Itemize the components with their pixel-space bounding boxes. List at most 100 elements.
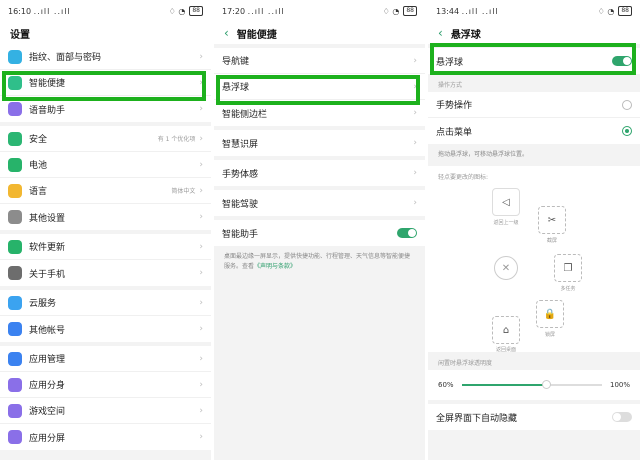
lock-slot[interactable]: 🔒 [536, 300, 564, 328]
settings-row[interactable]: 智能便捷 › [0, 70, 211, 96]
smart-row[interactable]: 手势体感 › [214, 160, 425, 186]
chevron-right-icon: › [199, 379, 203, 390]
settings-row-label: 云服务 [29, 299, 57, 309]
settings-row[interactable]: 云服务 › [0, 290, 211, 316]
home-label: 返回桌面 [495, 347, 516, 353]
settings-row[interactable]: 软件更新 › [0, 234, 211, 260]
slider-track[interactable] [461, 380, 602, 389]
menu-radio[interactable] [622, 126, 632, 136]
back-arrow-icon[interactable]: ‹ [438, 26, 443, 40]
home-slot[interactable]: ⌂ [492, 316, 520, 344]
settings-row-icon [8, 295, 22, 310]
screenshot-slot[interactable]: ✂ [538, 206, 566, 234]
smart-row-label: 智能侧边栏 [222, 109, 268, 120]
settings-row[interactable]: 游戏空间 › [0, 398, 211, 424]
settings-row-icon [8, 266, 22, 280]
row-fullscreen-hide[interactable]: 全屏界面下自动隐藏 [428, 404, 640, 430]
chevron-right-icon: › [199, 241, 203, 252]
floating-ball-toggle[interactable] [612, 56, 632, 66]
smart-assistant-toggle[interactable] [397, 228, 417, 238]
settings-row-icon [8, 157, 22, 172]
chevron-right-icon: › [199, 268, 203, 278]
section-operation-mode: 操作方式 [438, 82, 463, 89]
chevron-right-icon: › [199, 432, 203, 442]
settings-row[interactable]: 其他设置 › [0, 204, 211, 230]
chevron-right-icon: › [199, 353, 203, 364]
gesture-radio[interactable] [622, 99, 632, 110]
smart-row[interactable]: 悬浮球 › [214, 74, 425, 100]
terms-link[interactable]: 《声明与条款》 [254, 263, 296, 270]
slider-fill [461, 384, 546, 386]
opacity-min: 60% [438, 381, 454, 389]
screenshot-icon: ✂ [547, 214, 557, 226]
page-title: 悬浮球 [450, 29, 481, 41]
back-arrow-icon[interactable]: ‹ [224, 26, 229, 40]
close-icon[interactable]: ✕ [494, 256, 518, 280]
settings-row[interactable]: 安全 有 1 个优化项 › [0, 126, 211, 152]
chevron-right-icon: › [199, 185, 203, 196]
row-label: 点击菜单 [436, 127, 473, 138]
smart-row[interactable]: 智能驾驶 › [214, 190, 425, 216]
row-smart-assistant[interactable]: 智能助手 [214, 220, 425, 246]
chevron-right-icon: › [413, 55, 417, 66]
smart-row-label: 智慧识屏 [222, 139, 259, 150]
settings-row[interactable]: 语言 简体中文 › [0, 178, 211, 204]
row-floating-ball-toggle[interactable]: 悬浮球 [428, 48, 640, 74]
lock-label: 锁屏 [544, 332, 555, 338]
row-label: 手势操作 [436, 101, 473, 111]
opacity-max: 100% [609, 381, 630, 389]
home-icon: ⌂ [502, 324, 510, 336]
fullscreen-hide-toggle[interactable] [612, 412, 632, 422]
smart-row[interactable]: 智能侧边栏 › [214, 100, 425, 126]
page-title: 设置 [0, 22, 211, 44]
smart-group: 智慧识屏 › [214, 130, 425, 156]
battery-icon: 88 [618, 6, 632, 16]
settings-row[interactable]: 应用分身 › [0, 372, 211, 398]
mode-gesture-option[interactable]: 手势操作 [428, 92, 640, 118]
section-opacity: 闲置时悬浮球透明度 [438, 360, 493, 367]
back-icon: ◁ [502, 196, 510, 208]
status-bar: 16:10 ..ıll ..ıll ♢ ◔ 88 [0, 0, 211, 22]
signal-icon: ..ıll ..ıll [461, 6, 499, 16]
settings-row[interactable]: 指纹、面部与密码 › [0, 44, 211, 70]
settings-group: 安全有 1 个优化项 › 电池 › 语言 简体中文 › 其他设置 › [0, 126, 211, 230]
smart-group: 智能驾驶 › [214, 190, 425, 216]
chevron-right-icon: › [199, 51, 203, 62]
icon-customization-area: 轻点要更改的图标: ◁ 返回上一级 ✂ 截屏 ✕ ❐ 多任务 🔒 锁屏 ⌂ 返回… [428, 166, 640, 353]
signal-icon: ..ıll ..ıll [33, 6, 71, 16]
battery-icon: 88 [189, 6, 203, 16]
back-slot[interactable]: ◁ [492, 188, 520, 216]
settings-row[interactable]: 其他帐号 › [0, 316, 211, 342]
settings-row-label: 其他帐号 [29, 325, 66, 336]
settings-row-label: 指纹、面部与密码 [29, 53, 102, 63]
settings-row[interactable]: 电池 › [0, 152, 211, 178]
status-time: 13:44 [436, 6, 460, 16]
settings-row-label: 语音助手 [29, 105, 66, 116]
smart-row[interactable]: 导航键 › [214, 48, 425, 74]
chevron-right-icon: › [199, 77, 203, 88]
settings-row-icon [8, 210, 22, 224]
smart-row[interactable]: 智慧识屏 › [214, 130, 425, 156]
recents-icon: ❐ [563, 262, 573, 274]
status-time: 17:20 [222, 6, 246, 16]
settings-row-hint: 有 1 个优化项 [157, 136, 196, 143]
recents-label: 多任务 [560, 286, 576, 292]
settings-row[interactable]: 应用分屏 › [0, 424, 211, 450]
settings-row-icon [8, 377, 22, 392]
wifi-icon: ♢ ◔ [597, 6, 615, 16]
recents-slot[interactable]: ❐ [554, 254, 582, 282]
chevron-right-icon: › [199, 159, 203, 170]
chevron-right-icon: › [199, 133, 203, 144]
settings-row-icon [8, 430, 22, 444]
settings-row-label: 应用管理 [29, 355, 66, 365]
mode-menu-option[interactable]: 点击菜单 [428, 118, 640, 144]
status-time: 16:10 [8, 6, 32, 16]
settings-row[interactable]: 关于手机 › [0, 260, 211, 286]
smart-group: 导航键 › 悬浮球 › 智能侧边栏 › [214, 48, 425, 126]
settings-row[interactable]: 语音助手 › [0, 96, 211, 122]
slider-knob[interactable] [541, 380, 551, 389]
chevron-right-icon: › [199, 324, 203, 334]
settings-row-icon [8, 131, 22, 146]
opacity-slider[interactable]: 60% 100% [428, 370, 640, 400]
settings-row[interactable]: 应用管理 › [0, 346, 211, 372]
